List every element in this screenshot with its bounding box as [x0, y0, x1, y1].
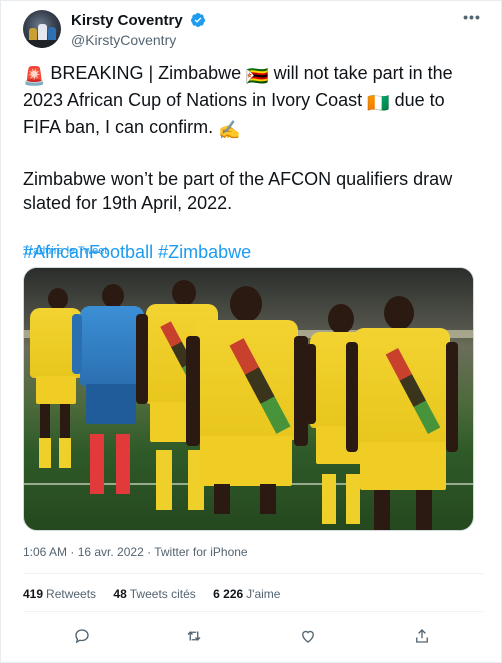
retweet-icon [187, 631, 201, 641]
more-dots-icon[interactable]: ••• [461, 10, 483, 30]
tweet-text-paragraph2: Zimbabwe won’t be part of the AFCON qual… [23, 169, 453, 213]
divider [23, 573, 483, 574]
retweets-stat[interactable]: 419 Retweets [23, 587, 96, 601]
tweet-source[interactable]: Twitter for iPhone [154, 545, 247, 559]
siren-emoji-icon: 🚨 [23, 66, 46, 86]
reply-button[interactable] [65, 621, 99, 651]
author-names: Kirsty Coventry @KirstyCoventry [71, 12, 206, 49]
tweet-header: Kirsty Coventry @KirstyCoventry ••• [23, 10, 483, 50]
share-button[interactable] [405, 621, 439, 651]
writing-hand-emoji-icon: ✍️ [218, 120, 241, 140]
retweet-button[interactable] [177, 621, 211, 651]
author-display-name[interactable]: Kirsty Coventry [71, 12, 183, 29]
avatar[interactable] [23, 10, 61, 48]
tweet-time[interactable]: 1:06 AM [23, 545, 67, 559]
translate-link[interactable]: Traduire le Tweet [23, 245, 107, 257]
likes-stat[interactable]: 6 226 J'aime [213, 587, 280, 601]
tweet-text: 🚨 BREAKING | Zimbabwe 🇿🇼 will not take p… [23, 61, 483, 264]
verified-badge-icon [191, 13, 206, 27]
divider [23, 611, 483, 612]
like-button[interactable] [291, 621, 325, 651]
reply-icon [75, 629, 89, 644]
hashtag-zimbabwe[interactable]: #Zimbabwe [158, 242, 251, 262]
author-handle[interactable]: @KirstyCoventry [71, 31, 206, 49]
tweet-date[interactable]: 16 avr. 2022 [78, 545, 144, 559]
quote-tweets-stat[interactable]: 48 Tweets cités [113, 587, 195, 601]
zimbabwe-flag-icon: 🇿🇼 [246, 66, 269, 86]
like-icon [302, 630, 314, 643]
tweet-card: Kirsty Coventry @KirstyCoventry ••• 🚨 BR… [0, 0, 502, 663]
tweet-text-part1: BREAKING | Zimbabwe [45, 63, 247, 83]
tweet-photo[interactable] [23, 267, 474, 531]
tweet-actions [23, 621, 483, 651]
share-icon [416, 629, 428, 643]
tweet-stats: 419 Retweets 48 Tweets cités 6 226 J'aime [23, 587, 294, 601]
ivory-coast-flag-icon: 🇨🇮 [367, 93, 390, 113]
tweet-meta: 1:06 AM · 16 avr. 2022 · Twitter for iPh… [23, 545, 248, 559]
